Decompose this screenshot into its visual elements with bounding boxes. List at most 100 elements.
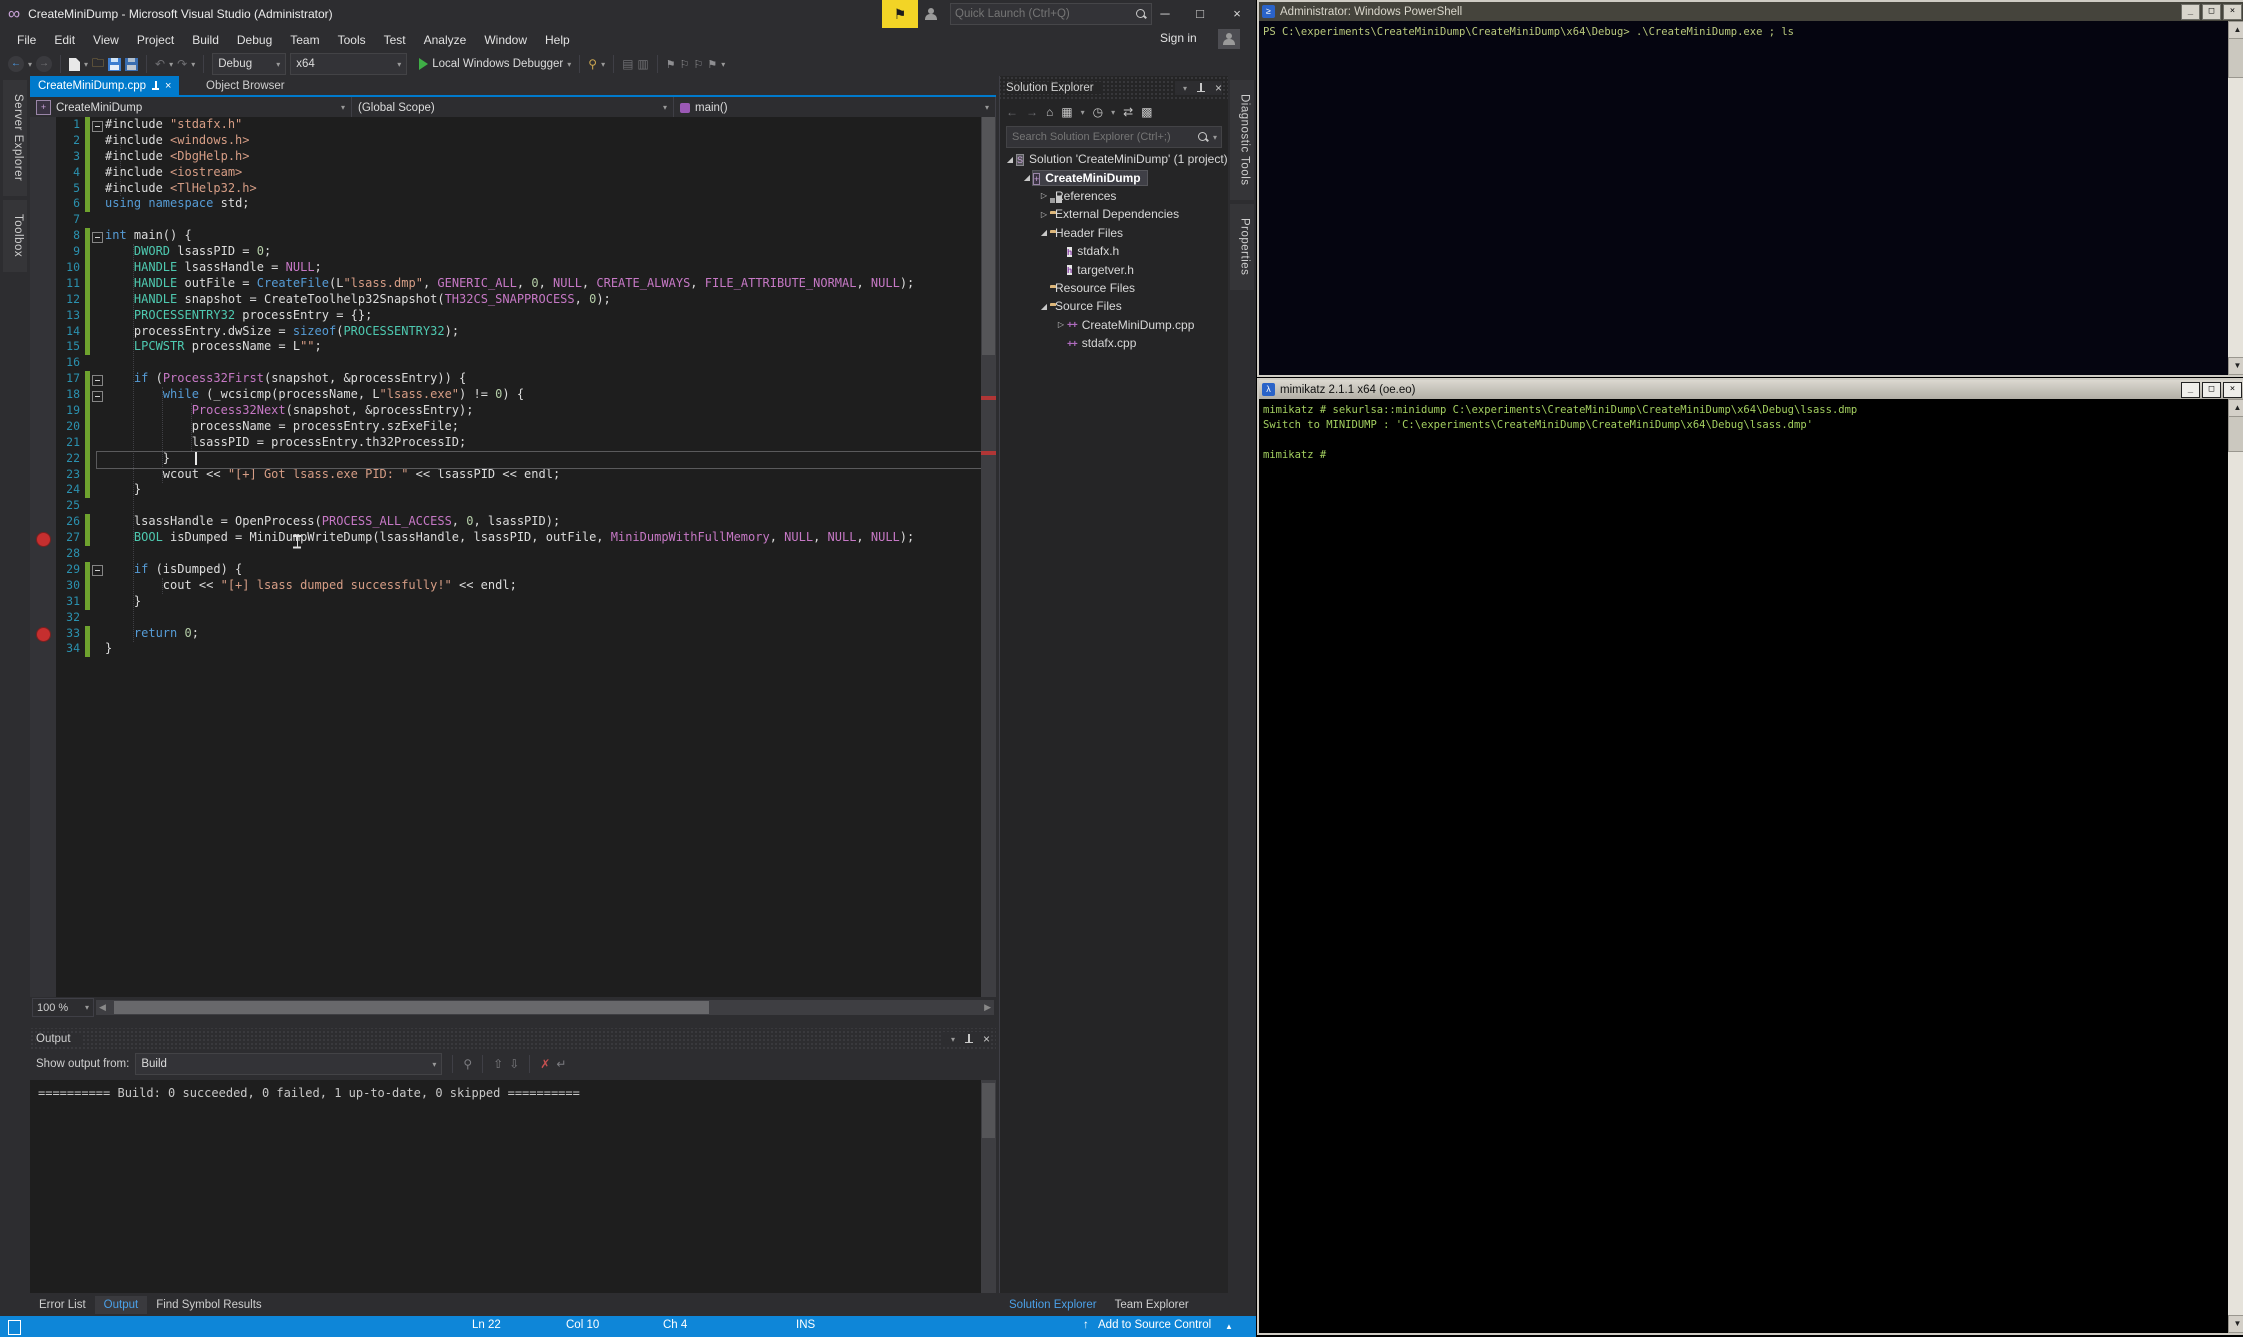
output-scrollbar[interactable] [981,1080,996,1293]
sign-in-link[interactable]: Sign in [1160,31,1197,45]
new-file-icon[interactable] [69,58,80,71]
next-message-icon[interactable]: ⇩ [509,1057,519,1071]
breakpoint-margin[interactable] [30,117,56,997]
menu-project[interactable]: Project [128,30,183,50]
source-control-expand-icon[interactable]: ▲ [1225,1322,1233,1331]
solution-explorer-header[interactable]: Solution Explorer ▾ × [1000,76,1228,100]
code-line-32[interactable]: 32 [30,610,996,626]
back-icon[interactable]: ← [1006,105,1018,119]
output-content[interactable]: ========== Build: 0 succeeded, 0 failed,… [30,1080,996,1293]
fold-margin[interactable] [90,196,105,212]
find-in-files-icon[interactable]: ⚲ [588,57,597,71]
pin-icon[interactable] [152,81,159,90]
feedback-icon[interactable] [924,8,938,23]
expanded-arrow-icon[interactable]: ◢ [1021,173,1033,182]
pending-changes-filter-icon[interactable]: ◷ [1093,105,1103,119]
quick-launch-input[interactable] [951,8,1135,20]
code-line-15[interactable]: 15 LPCWSTR processName = L""; [30,339,996,355]
code-line-10[interactable]: 10 HANDLE lsassHandle = NULL; [30,260,996,276]
code-line-11[interactable]: 11 HANDLE outFile = CreateFile(L"lsass.d… [30,276,996,292]
fold-margin[interactable] [90,133,105,149]
fold-margin[interactable] [90,435,105,451]
fold-margin[interactable] [90,244,105,260]
fold-margin[interactable] [90,387,105,403]
next-bookmark-icon[interactable]: ⚐ [694,58,704,71]
solution-explorer-search[interactable]: ▾ [1006,126,1222,148]
tree-item-header-files[interactable]: ◢Header Files [1000,224,1228,242]
scrollbar-thumb[interactable] [982,117,995,355]
pin-icon[interactable] [1197,83,1205,94]
minimize-button[interactable]: _ [2181,382,2200,398]
code-line-9[interactable]: 9 DWORD lsassPID = 0; [30,244,996,260]
fold-margin[interactable] [90,419,105,435]
code-line-12[interactable]: 12 HANDLE snapshot = CreateToolhelp32Sna… [30,292,996,308]
add-to-source-control-button[interactable]: Add to Source Control [1098,1319,1211,1331]
close-button[interactable]: × [2223,382,2242,398]
document-tab-createminidump-cpp[interactable]: CreateMiniDump.cpp× [30,76,179,95]
code-line-21[interactable]: 21 lsassPID = processEntry.th32ProcessID… [30,435,996,451]
switch-views-icon[interactable]: ▦ [1061,105,1072,119]
fold-margin[interactable] [90,498,105,514]
fold-margin[interactable] [90,308,105,324]
solution-explorer-search-input[interactable] [1007,131,1197,143]
navbar--global-scope-[interactable]: (Global Scope)▾ [352,97,674,118]
fold-margin[interactable] [90,339,105,355]
sync-with-active-document-icon[interactable]: ⇄ [1123,105,1133,119]
start-debugging-icon[interactable] [419,58,428,70]
sidebar-tab-toolbox[interactable]: Toolbox [3,200,27,272]
open-file-icon[interactable]: 🗀 [92,54,104,75]
code-line-17[interactable]: 17 if (Process32First(snapshot, &process… [30,371,996,387]
fold-margin[interactable] [90,324,105,340]
fold-margin[interactable] [90,467,105,483]
scroll-down-icon[interactable]: ▼ [2228,357,2243,375]
navigate-forward-icon[interactable]: → [36,56,52,72]
fold-margin[interactable] [90,610,105,626]
maximize-button[interactable]: □ [2202,382,2221,398]
editor-horizontal-scrollbar[interactable]: ◀ ▶ [96,1000,994,1015]
undo-icon[interactable]: ↶ [155,57,165,71]
panel-tab-find-symbol-results[interactable]: Find Symbol Results [147,1296,270,1314]
sidebar-tab-server-explorer[interactable]: Server Explorer [3,80,27,196]
redo-icon[interactable]: ↷ [177,57,187,71]
code-line-5[interactable]: 5#include <TlHelp32.h> [30,181,996,197]
code-line-16[interactable]: 16 [30,355,996,371]
vs-titlebar[interactable]: ∞ CreateMiniDump - Microsoft Visual Stud… [0,0,1256,28]
code-line-23[interactable]: 23 wcout << "[+] Got lsass.exe PID: " <<… [30,467,996,483]
clear-all-icon[interactable]: ✗ [540,1057,550,1071]
fold-margin[interactable] [90,562,105,578]
window-position-dropdown-icon[interactable]: ▾ [1183,84,1187,93]
menu-build[interactable]: Build [183,30,228,50]
solution-platform-dropdown[interactable]: x64▾ [290,53,407,75]
minimize-button[interactable]: ─ [1150,6,1180,21]
fold-margin[interactable] [90,482,105,498]
code-line-8[interactable]: 8int main() { [30,228,996,244]
fold-margin[interactable] [90,514,105,530]
panel-tab-solution-explorer[interactable]: Solution Explorer [1000,1296,1106,1314]
menu-team[interactable]: Team [281,30,328,50]
start-debugging-label[interactable]: Local Windows Debugger [432,58,563,70]
find-message-icon[interactable]: ⚲ [463,1057,472,1071]
fold-margin[interactable] [90,355,105,371]
pin-icon[interactable] [965,1034,973,1045]
switch-views-dropdown-icon[interactable]: ▾ [1081,108,1085,117]
tree-item-createminidump-cpp[interactable]: ▷++CreateMiniDump.cpp [1000,316,1228,334]
menu-help[interactable]: Help [536,30,579,50]
code-editor[interactable]: 1#include "stdafx.h"2#include <windows.h… [30,117,996,997]
solution-configuration-dropdown[interactable]: Debug▾ [212,53,286,75]
debug-target-dropdown-icon[interactable]: ▾ [567,60,571,69]
collapse-region-icon[interactable] [92,391,103,402]
code-line-28[interactable]: 28 [30,546,996,562]
quick-launch-box[interactable] [950,3,1152,25]
window-position-dropdown-icon[interactable]: ▾ [951,1035,955,1044]
minimize-button[interactable]: _ [2181,4,2200,20]
fold-margin[interactable] [90,292,105,308]
collapse-region-icon[interactable] [92,232,103,243]
powershell-scrollbar[interactable]: ▲ ▼ [2228,21,2243,375]
scroll-up-icon[interactable]: ▲ [2228,21,2243,39]
fold-margin[interactable] [90,228,105,244]
panel-tab-error-list[interactable]: Error List [30,1296,95,1314]
code-line-30[interactable]: 30 cout << "[+] lsass dumped successfull… [30,578,996,594]
output-source-dropdown[interactable]: Build▾ [135,1053,442,1075]
tree-item-resource-files[interactable]: Resource Files [1000,279,1228,297]
menu-tools[interactable]: Tools [329,30,375,50]
